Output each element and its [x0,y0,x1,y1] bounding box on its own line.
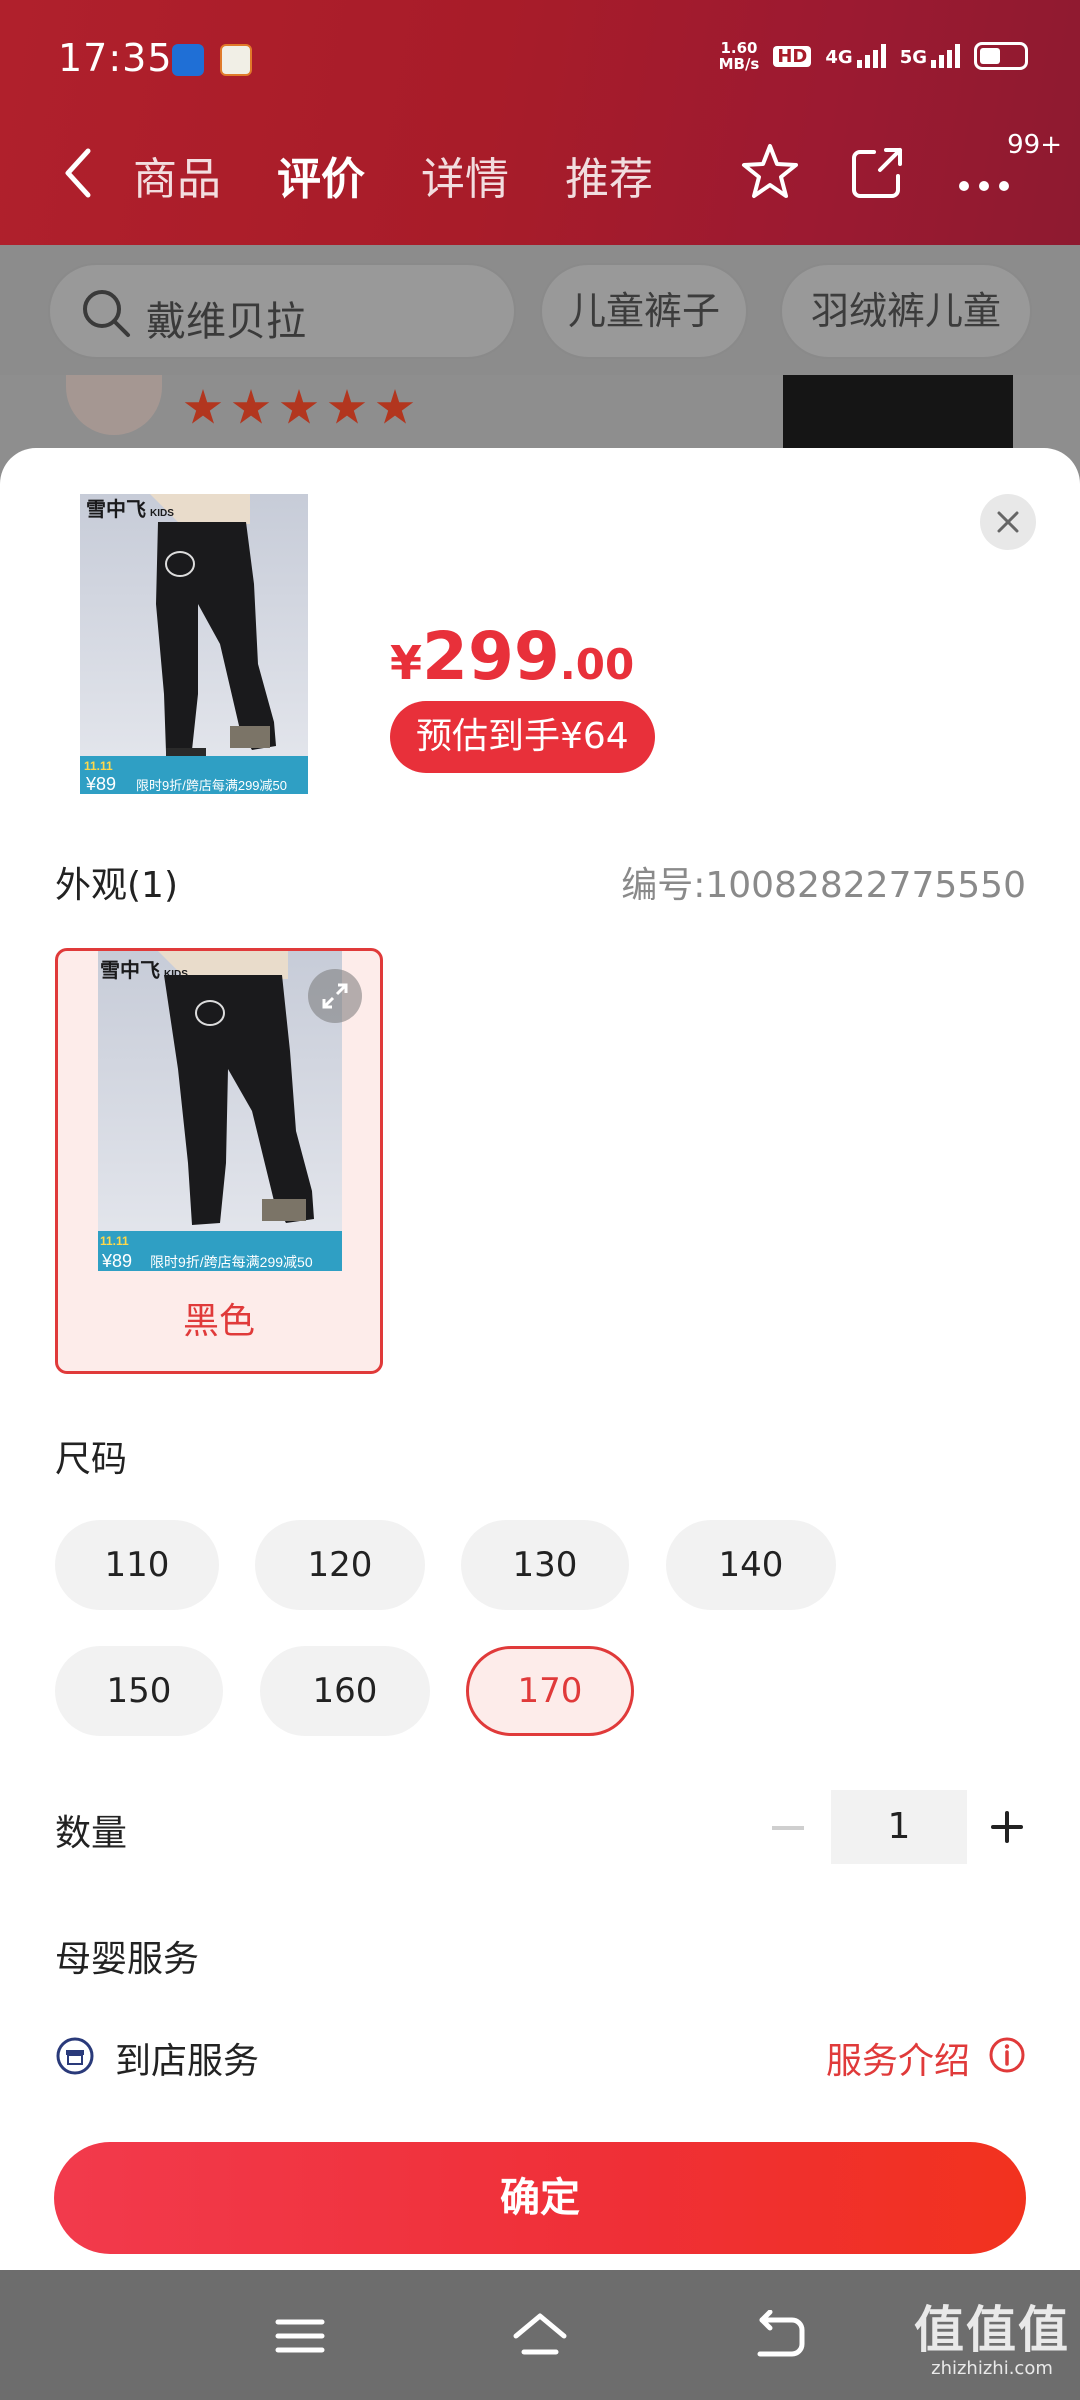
top-navigation: 商品 评价 详情 推荐 99+ [0,125,1080,220]
network-5g: 5G [900,44,960,68]
avatar [66,375,162,435]
home-icon[interactable] [512,2310,568,2362]
system-navigation-bar: 值值值 zhizhizhi.com [0,2270,1080,2400]
search-row: 戴维贝拉 儿童裤子 羽绒裤儿童 [0,245,1080,375]
size-option-150[interactable]: 150 [55,1646,223,1736]
star-icon[interactable] [738,140,802,204]
return-icon[interactable] [752,2310,808,2362]
signal-icon [856,44,886,68]
size-option-130[interactable]: 130 [461,1520,629,1610]
info-icon[interactable] [988,2036,1026,2074]
status-time: 17:35 [58,36,173,80]
sku-selector-sheet: 雪中飞 KIDS ¥89 限时9折/跨店每满299减50 11.11 ¥ 299… [0,448,1080,2270]
store-icon [56,2037,94,2075]
search-query: 戴维贝拉 [146,299,306,345]
signal-icon [931,44,960,68]
svg-text:限时9折/跨店每满299减50: 限时9折/跨店每满299减50 [136,778,287,793]
product-thumbnail[interactable]: 雪中飞 KIDS ¥89 限时9折/跨店每满299减50 11.11 [80,494,308,794]
rating-stars [184,389,414,427]
maternity-service-label: 母婴服务 [55,1939,200,1980]
confirm-button[interactable]: 确定 [54,2142,1026,2254]
color-option-image: 雪中飞 KIDS ¥89 限时9折/跨店每满299减50 11.11 [98,951,342,1271]
tab-details[interactable]: 详情 [421,143,509,207]
share-icon[interactable] [846,140,910,204]
review-photo [783,375,1013,455]
star-icon [184,389,222,424]
size-option-110[interactable]: 110 [55,1520,219,1610]
tab-product[interactable]: 商品 [133,143,221,207]
svg-text:雪中飞: 雪中飞 [100,958,160,982]
hd-indicator: HD [773,45,812,67]
star-icon [232,389,270,424]
message-badge: 99+ [1007,130,1062,160]
close-button[interactable] [980,494,1036,550]
svg-text:KIDS: KIDS [150,508,174,519]
estimated-price-badge: 预估到手¥64 [390,701,655,773]
svg-text:¥89: ¥89 [85,774,116,794]
size-option-170[interactable]: 170 [466,1646,634,1736]
star-icon [328,389,366,424]
search-chip[interactable]: 羽绒裤儿童 [780,263,1032,359]
service-intro-link[interactable]: 服务介绍 [826,2032,970,2084]
minus-icon[interactable] [772,1826,804,1830]
watermark: 值值值 zhizhizhi.com [914,2301,1070,2379]
menu-icon[interactable] [272,2310,328,2362]
tab-reviews[interactable]: 评价 [277,143,365,207]
size-option-160[interactable]: 160 [260,1646,430,1736]
color-option-black[interactable]: 雪中飞 KIDS ¥89 限时9折/跨店每满299减50 11.11 黑色 [55,948,383,1374]
notification-app-icon [220,44,252,76]
color-option-label: 黑色 [182,1301,255,1342]
quantity-label: 数量 [55,1813,128,1854]
plus-icon[interactable] [990,1810,1024,1844]
appearance-label: 外观(1) [55,865,178,906]
expand-icon[interactable] [308,969,362,1023]
svg-text:11.11: 11.11 [100,1234,129,1248]
svg-text:雪中飞: 雪中飞 [86,497,146,521]
store-service-label: 到店服务 [115,2041,260,2082]
close-icon [997,511,1019,533]
quantity-input[interactable]: 1 [831,1790,967,1864]
svg-text:¥89: ¥89 [101,1251,132,1271]
sku-number: 编号:10082822775550 [621,865,1026,906]
tab-recommend[interactable]: 推荐 [565,143,653,207]
svg-text:KIDS: KIDS [164,969,188,980]
status-bar: 17:35 1.60 MB/s HD 4G 5G [0,0,1080,120]
status-indicators: 1.60 MB/s HD 4G 5G [719,40,1028,72]
svg-text:11.11: 11.11 [84,759,113,773]
search-chip[interactable]: 儿童裤子 [540,263,748,359]
svg-text:限时9折/跨店每满299减50: 限时9折/跨店每满299减50 [150,1254,313,1270]
size-option-140[interactable]: 140 [666,1520,836,1610]
network-4g: 4G [825,44,886,68]
size-option-120[interactable]: 120 [255,1520,425,1610]
star-icon [280,389,318,424]
search-input[interactable]: 戴维贝拉 [48,263,516,359]
notification-app-icon [172,44,204,76]
price: ¥ 299 .00 [390,618,635,695]
net-speed: 1.60 MB/s [718,39,760,73]
back-icon[interactable] [58,145,98,201]
size-label: 尺码 [55,1439,128,1480]
review-preview [0,375,1080,455]
star-icon [376,389,414,424]
search-icon [83,290,130,337]
battery-icon [974,42,1028,70]
